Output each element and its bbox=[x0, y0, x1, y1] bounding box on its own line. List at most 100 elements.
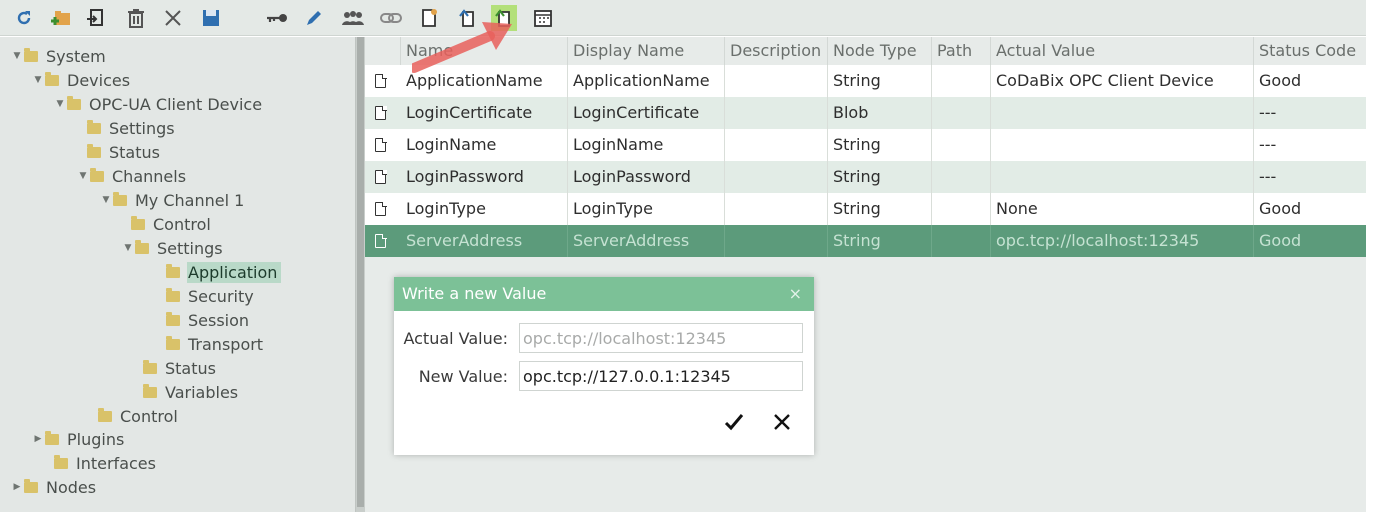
tree-node-settings[interactable]: Settings bbox=[87, 116, 179, 140]
folder-icon bbox=[143, 383, 157, 398]
tree-node-label: Status bbox=[109, 142, 160, 162]
document-icon bbox=[375, 201, 387, 216]
chevron-down-icon[interactable]: ▼ bbox=[53, 99, 67, 109]
users-icon[interactable] bbox=[340, 5, 366, 31]
scrollbar-thumb[interactable] bbox=[357, 37, 364, 507]
calendar-icon[interactable] bbox=[530, 5, 556, 31]
tree-node-label: System bbox=[46, 46, 106, 66]
node-tree: ▼ System ▼ Devices ▼ OPC-UA Client Device S… bbox=[0, 37, 355, 512]
key-icon[interactable] bbox=[264, 5, 290, 31]
folder-icon bbox=[166, 311, 180, 326]
tree-node-application[interactable]: Application bbox=[166, 260, 282, 284]
tree-node-label: Transport bbox=[188, 334, 264, 354]
column-header-status-code[interactable]: Status Code bbox=[1254, 37, 1366, 65]
document-icon bbox=[375, 73, 387, 88]
new-value-label: New Value: bbox=[418, 367, 508, 386]
tree-node-my-channel-1[interactable]: ▼ My Channel 1 bbox=[99, 188, 248, 212]
tree-node-status[interactable]: Status bbox=[87, 140, 164, 164]
cell-status-code: --- bbox=[1259, 135, 1277, 154]
table-row[interactable]: ApplicationName ApplicationName String C… bbox=[365, 65, 1366, 97]
table-row[interactable]: LoginName LoginName String --- bbox=[365, 129, 1366, 161]
actual-value-field[interactable] bbox=[519, 323, 803, 353]
table-row[interactable]: LoginType LoginType String None Good bbox=[365, 193, 1366, 225]
column-header-description[interactable]: Description bbox=[725, 37, 828, 65]
tree-node-label: Session bbox=[188, 310, 250, 330]
chevron-down-icon[interactable]: ▼ bbox=[121, 243, 135, 253]
chevron-right-icon[interactable]: ▶ bbox=[31, 434, 45, 444]
tree-node-control[interactable]: Control bbox=[131, 212, 215, 236]
tree-node-devices[interactable]: ▼ Devices bbox=[31, 68, 134, 92]
tree-node-channel-settings[interactable]: ▼ Settings bbox=[121, 236, 227, 260]
document-icon bbox=[375, 105, 387, 120]
cell-actual-value bbox=[991, 161, 1254, 193]
document-icon bbox=[375, 169, 387, 184]
column-header-display-name[interactable]: Display Name bbox=[568, 37, 725, 65]
tree-node-label: OPC-UA Client Device bbox=[89, 94, 263, 114]
tree-node-opc-ua-client-device[interactable]: ▼ OPC-UA Client Device bbox=[53, 92, 266, 116]
column-header-icon bbox=[365, 37, 401, 65]
cell-node-type: String bbox=[828, 193, 932, 225]
folder-icon bbox=[67, 95, 81, 110]
folder-icon bbox=[87, 143, 101, 158]
tree-node-nodes[interactable]: ▶ Nodes bbox=[10, 475, 100, 499]
cell-path bbox=[932, 193, 991, 225]
column-header-path[interactable]: Path bbox=[932, 37, 991, 65]
column-header-name[interactable]: Name bbox=[401, 37, 568, 65]
folder-icon bbox=[24, 478, 38, 493]
cell-display-name: ApplicationName bbox=[568, 65, 725, 97]
column-header-actual-value[interactable]: Actual Value bbox=[991, 37, 1254, 65]
tree-node-session[interactable]: Session bbox=[166, 308, 253, 332]
save-icon[interactable] bbox=[198, 5, 224, 31]
tree-node-plugins[interactable]: ▶ Plugins bbox=[31, 427, 128, 451]
dialog-title: Write a new Value bbox=[402, 284, 547, 303]
link-icon[interactable] bbox=[378, 5, 404, 31]
tree-node-label: Settings bbox=[157, 238, 223, 258]
table-row[interactable]: LoginPassword LoginPassword String --- bbox=[365, 161, 1366, 193]
table-row-selected[interactable]: ServerAddress ServerAddress String opc.t… bbox=[365, 225, 1366, 257]
close-icon[interactable] bbox=[160, 5, 186, 31]
tree-node-label: Control bbox=[153, 214, 211, 234]
folder-icon bbox=[166, 335, 180, 350]
chevron-down-icon[interactable]: ▼ bbox=[10, 51, 24, 61]
cell-actual-value bbox=[991, 97, 1254, 129]
cell-display-name: LoginName bbox=[568, 129, 725, 161]
chevron-down-icon[interactable]: ▼ bbox=[99, 195, 113, 205]
cell-description bbox=[725, 65, 828, 97]
read-value-icon[interactable] bbox=[455, 5, 481, 31]
cell-actual-value: None bbox=[991, 193, 1254, 225]
dialog-close-button[interactable]: × bbox=[789, 277, 802, 311]
refresh-icon[interactable] bbox=[11, 5, 37, 31]
grid-header: Name Display Name Description Node Type … bbox=[365, 37, 1366, 65]
cell-display-name: LoginCertificate bbox=[568, 97, 725, 129]
chevron-down-icon[interactable]: ▼ bbox=[31, 75, 45, 85]
tree-node-device-control[interactable]: Control bbox=[98, 404, 182, 428]
cell-node-type: String bbox=[828, 161, 932, 193]
tree-node-interfaces[interactable]: Interfaces bbox=[54, 451, 160, 475]
tree-node-transport[interactable]: Transport bbox=[166, 332, 267, 356]
new-document-icon[interactable] bbox=[416, 5, 442, 31]
write-value-icon[interactable] bbox=[491, 5, 517, 31]
document-icon bbox=[375, 137, 387, 152]
edit-icon[interactable] bbox=[301, 5, 327, 31]
folder-icon bbox=[54, 454, 68, 469]
cancel-button[interactable] bbox=[770, 410, 794, 434]
tree-scrollbar[interactable] bbox=[355, 37, 365, 512]
table-row[interactable]: LoginCertificate LoginCertificate Blob -… bbox=[365, 97, 1366, 129]
tree-node-variables[interactable]: Variables bbox=[143, 380, 242, 404]
add-node-icon[interactable] bbox=[83, 5, 109, 31]
chevron-down-icon[interactable]: ▼ bbox=[76, 171, 90, 181]
cell-status-code: Good bbox=[1259, 231, 1302, 250]
column-header-node-type[interactable]: Node Type bbox=[828, 37, 932, 65]
delete-icon[interactable] bbox=[123, 5, 149, 31]
add-folder-icon[interactable] bbox=[48, 5, 74, 31]
tree-node-label: Devices bbox=[67, 70, 131, 90]
tree-node-channel-status[interactable]: Status bbox=[143, 356, 220, 380]
tree-node-system[interactable]: ▼ System bbox=[10, 44, 110, 68]
tree-node-channels[interactable]: ▼ Channels bbox=[76, 164, 190, 188]
chevron-right-icon[interactable]: ▶ bbox=[10, 482, 24, 492]
folder-icon bbox=[166, 263, 180, 278]
new-value-field[interactable] bbox=[519, 361, 803, 391]
folder-icon bbox=[166, 287, 180, 302]
tree-node-security[interactable]: Security bbox=[166, 284, 258, 308]
confirm-button[interactable] bbox=[722, 410, 746, 434]
